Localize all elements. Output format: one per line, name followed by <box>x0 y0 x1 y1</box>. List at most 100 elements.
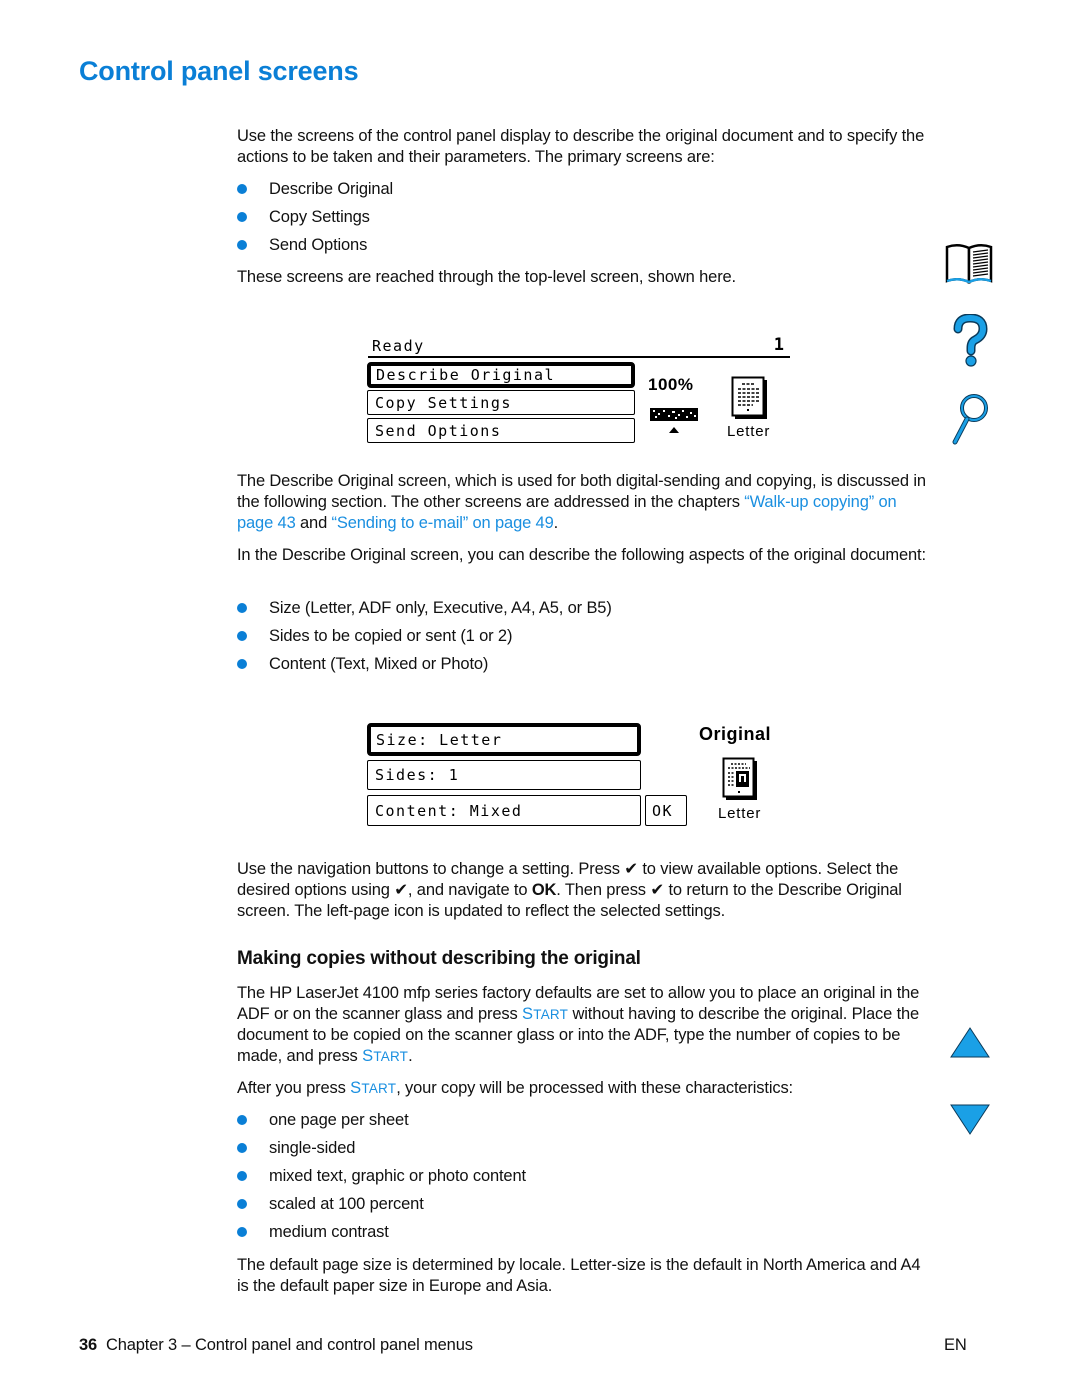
contrast-bar-icon <box>650 408 698 433</box>
intro-after-paragraph: These screens are reached through the to… <box>237 268 736 286</box>
section-heading: Making copies without describing the ori… <box>237 948 641 969</box>
field-content[interactable]: Content: Mixed <box>367 795 641 826</box>
list-item: mixed text, graphic or photo content <box>237 1162 927 1190</box>
lcd-paper-label: Letter <box>727 423 771 440</box>
lcd-status-text: Ready <box>372 337 425 355</box>
paragraph-text: , and navigate to <box>407 881 532 899</box>
bullet-icon <box>237 1171 247 1181</box>
list-item: one page per sheet <box>237 1106 927 1134</box>
defaults-paragraph: The HP LaserJet 4100 mfp series factory … <box>237 983 927 1067</box>
list-item-text: scaled at 100 percent <box>269 1195 424 1213</box>
bullet-icon <box>237 631 247 641</box>
menu-send-options[interactable]: Send Options <box>367 418 635 443</box>
list-item: Content (Text, Mixed or Photo) <box>237 650 927 678</box>
checkmark-icon: ✔ <box>650 881 665 899</box>
bullet-icon <box>237 1143 247 1153</box>
locale-paragraph: The default page size is determined by l… <box>237 1256 921 1295</box>
aspects-list: Size (Letter, ADF only, Executive, A4, A… <box>237 594 927 678</box>
list-item: Copy Settings <box>237 203 927 231</box>
paragraph-text: After you press <box>237 1079 351 1097</box>
question-icon[interactable] <box>952 314 988 368</box>
start-key-label: START <box>522 1005 569 1023</box>
page-number: 36 <box>79 1336 98 1354</box>
list-item: Send Options <box>237 231 927 259</box>
paragraph-text: , your copy will be processed with these… <box>396 1079 793 1097</box>
paragraph-text: . Then press <box>556 881 651 899</box>
start-rest: TART <box>533 1007 569 1022</box>
field-label: Sides: 1 <box>375 766 460 784</box>
ok-button[interactable]: OK <box>645 795 687 826</box>
link-sending-to-email[interactable]: “Sending to e-mail” on page 49 <box>332 514 554 532</box>
paragraph-text: and <box>295 514 332 532</box>
menu-copy-settings[interactable]: Copy Settings <box>367 390 635 415</box>
list-item-text: Send Options <box>269 236 368 254</box>
ok-label: OK <box>652 801 674 820</box>
start-cap: S <box>362 1047 374 1065</box>
ok-bold-text: OK <box>531 881 557 899</box>
lcd-scale-readout: 100% <box>648 375 694 394</box>
paragraph-text: Use the navigation buttons to change a s… <box>237 860 625 878</box>
list-item: Size (Letter, ADF only, Executive, A4, A… <box>237 594 927 622</box>
bullet-icon <box>237 1115 247 1125</box>
list-item: medium contrast <box>237 1218 927 1246</box>
list-item: single-sided <box>237 1134 927 1162</box>
page-footer: 36 Chapter 3 – Control panel and control… <box>79 1336 473 1355</box>
magnifier-icon[interactable] <box>950 392 990 446</box>
list-item: Describe Original <box>237 175 927 203</box>
screens-list: Describe Original Copy Settings Send Opt… <box>237 175 927 259</box>
lcd-original-heading: Original <box>699 724 772 744</box>
mixed-page-icon <box>722 757 757 800</box>
lcd-paper-label: Letter <box>718 805 762 822</box>
bullet-icon <box>237 659 247 669</box>
bullet-icon <box>237 212 247 222</box>
bullet-icon <box>237 1199 247 1209</box>
start-key-label: START <box>350 1079 397 1097</box>
field-sides[interactable]: Sides: 1 <box>367 760 641 790</box>
previous-page-icon[interactable] <box>949 1025 991 1059</box>
start-cap: S <box>522 1005 534 1023</box>
list-item-text: one page per sheet <box>269 1111 409 1129</box>
start-key-label: START <box>362 1047 409 1065</box>
list-item-text: Content (Text, Mixed or Photo) <box>269 655 489 673</box>
list-item-text: single-sided <box>269 1139 356 1157</box>
start-rest: TART <box>373 1049 409 1064</box>
checkmark-icon: ✔ <box>394 881 408 899</box>
navigation-paragraph: Use the navigation buttons to change a s… <box>237 859 927 922</box>
intro-paragraph: Use the screens of the control panel dis… <box>237 127 925 166</box>
lcd-copy-count: 1 <box>773 335 784 355</box>
start-cap: S <box>350 1079 362 1097</box>
after-start-paragraph: After you press START, your copy will be… <box>237 1078 927 1099</box>
contrast-pointer-icon <box>669 427 679 433</box>
bullet-icon <box>237 1227 247 1237</box>
field-size[interactable]: Size: Letter <box>367 723 641 756</box>
list-item-text: Sides to be copied or sent (1 or 2) <box>269 627 513 645</box>
chapter-title: Chapter 3 – Control panel and control pa… <box>105 1336 473 1354</box>
menu-describe-original[interactable]: Describe Original <box>367 362 635 388</box>
menu-label: Send Options <box>375 421 502 440</box>
list-item-text: mixed text, graphic or photo content <box>269 1167 526 1185</box>
next-page-icon[interactable] <box>949 1103 991 1137</box>
list-item-text: medium contrast <box>269 1223 389 1241</box>
bullet-icon <box>237 603 247 613</box>
bullet-icon <box>237 184 247 194</box>
menu-label: Describe Original <box>376 366 556 384</box>
describe-aspects-paragraph: In the Describe Original screen, you can… <box>237 546 926 564</box>
page-title: Control panel screens <box>79 56 359 86</box>
list-item-text: Size (Letter, ADF only, Executive, A4, A… <box>269 599 612 617</box>
start-rest: TART <box>361 1081 397 1096</box>
list-item: scaled at 100 percent <box>237 1190 927 1218</box>
text-page-icon <box>731 376 767 419</box>
field-label: Content: Mixed <box>375 801 523 820</box>
lcd-status-bar: Ready 1 <box>368 335 790 358</box>
describe-paragraph: The Describe Original screen, which is u… <box>237 471 927 534</box>
language-code: EN <box>944 1336 967 1354</box>
list-item-text: Copy Settings <box>269 208 370 226</box>
book-icon[interactable] <box>944 241 994 285</box>
bullet-icon <box>237 240 247 250</box>
checkmark-icon: ✔ <box>624 860 638 878</box>
paragraph-text: . <box>408 1047 413 1065</box>
characteristics-list: one page per sheet single-sided mixed te… <box>237 1106 927 1246</box>
list-item: Sides to be copied or sent (1 or 2) <box>237 622 927 650</box>
field-label: Size: Letter <box>376 730 503 749</box>
paragraph-text: . <box>553 514 559 532</box>
